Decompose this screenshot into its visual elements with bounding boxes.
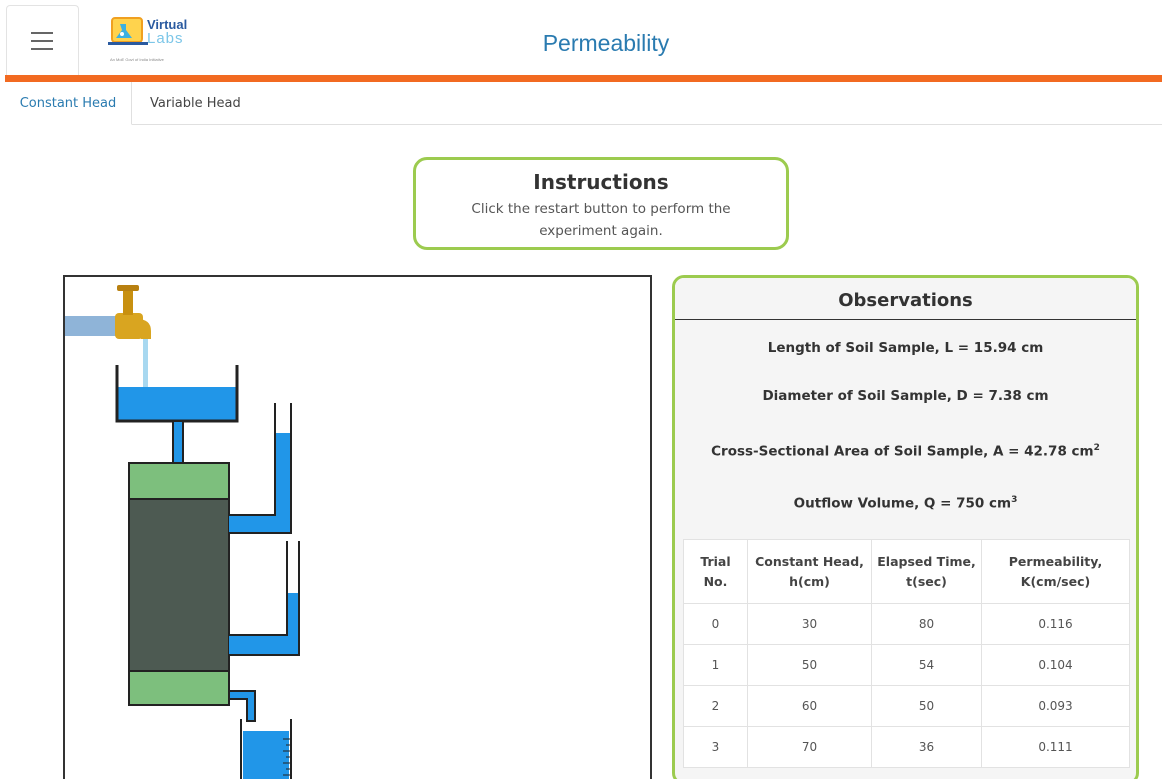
top-reservoir-water — [117, 387, 237, 421]
top-filter — [128, 462, 230, 500]
header-elapsed-time: Elapsed Time, t(sec) — [871, 539, 982, 604]
cell-trial: 3 — [683, 726, 748, 768]
outflow-volume: Outflow Volume, Q = 750 cm3 — [675, 495, 1136, 512]
cell-permeability: 0.104 — [981, 644, 1130, 686]
cell-permeability: 0.116 — [981, 603, 1130, 645]
inlet-pipe — [172, 420, 184, 464]
cell-time: 80 — [871, 603, 982, 645]
water-stream — [143, 339, 148, 387]
table-row: 0 30 80 0.116 — [683, 603, 1130, 645]
simulation-canvas[interactable] — [63, 275, 652, 779]
lower-piezometer — [229, 593, 299, 655]
cell-permeability: 0.093 — [981, 685, 1130, 727]
sample-area-exponent: 2 — [1093, 443, 1100, 453]
outflow-volume-exponent: 3 — [1011, 495, 1018, 505]
table-row: 1 50 54 0.104 — [683, 644, 1130, 686]
experiment-tabs: Constant Head Variable Head — [5, 82, 1162, 125]
permeameter-apparatus — [65, 285, 300, 779]
cell-permeability: 0.111 — [981, 726, 1130, 768]
instructions-title: Instructions — [533, 170, 669, 194]
cell-head: 70 — [747, 726, 872, 768]
tab-constant-head[interactable]: Constant Head — [5, 82, 132, 125]
sample-area-text: Cross-Sectional Area of Soil Sample, A =… — [711, 443, 1094, 460]
beaker-water — [243, 731, 289, 779]
supply-pipe — [65, 316, 117, 336]
logo-tagline: An MoE Govt of India Initiative — [110, 57, 164, 62]
upper-piezometer — [229, 433, 291, 533]
observations-table: Trial No. Constant Head, h(cm) Elapsed T… — [683, 539, 1130, 768]
instructions-panel: Instructions Click the restart button to… — [413, 157, 789, 250]
bottom-filter — [128, 670, 230, 706]
app-header: Virtual Labs An MoE Govt of India Initia… — [0, 0, 1162, 75]
observations-title: Observations — [675, 278, 1136, 320]
cell-time: 54 — [871, 644, 982, 686]
table-row: 2 60 50 0.093 — [683, 685, 1130, 727]
cell-trial: 2 — [683, 685, 748, 727]
cell-head: 60 — [747, 685, 872, 727]
outflow-volume-text: Outflow Volume, Q = 750 cm — [793, 495, 1012, 512]
cell-head: 30 — [747, 603, 872, 645]
table-header-row: Trial No. Constant Head, h(cm) Elapsed T… — [683, 539, 1130, 604]
header-permeability: Permeability, K(cm/sec) — [981, 539, 1130, 604]
sample-area: Cross-Sectional Area of Soil Sample, A =… — [675, 443, 1136, 460]
cell-trial: 0 — [683, 603, 748, 645]
cell-time: 50 — [871, 685, 982, 727]
water-tap-icon — [115, 285, 151, 339]
observations-panel: Observations Length of Soil Sample, L = … — [672, 275, 1139, 779]
header-accent-bar — [5, 75, 1162, 82]
cell-trial: 1 — [683, 644, 748, 686]
table-row: 3 70 36 0.111 — [683, 726, 1130, 768]
header-trial-no: Trial No. — [683, 539, 748, 604]
outlet-pipe — [228, 690, 256, 722]
instructions-text: Click the restart button to perform the … — [471, 201, 731, 239]
page-title: Permeability — [542, 30, 670, 56]
soil-sample — [128, 498, 230, 672]
cell-time: 36 — [871, 726, 982, 768]
tab-variable-head[interactable]: Variable Head — [150, 82, 241, 125]
sample-diameter: Diameter of Soil Sample, D = 7.38 cm — [762, 388, 1049, 404]
header-constant-head: Constant Head, h(cm) — [747, 539, 872, 604]
sample-length: Length of Soil Sample, L = 15.94 cm — [767, 340, 1044, 356]
cell-head: 50 — [747, 644, 872, 686]
